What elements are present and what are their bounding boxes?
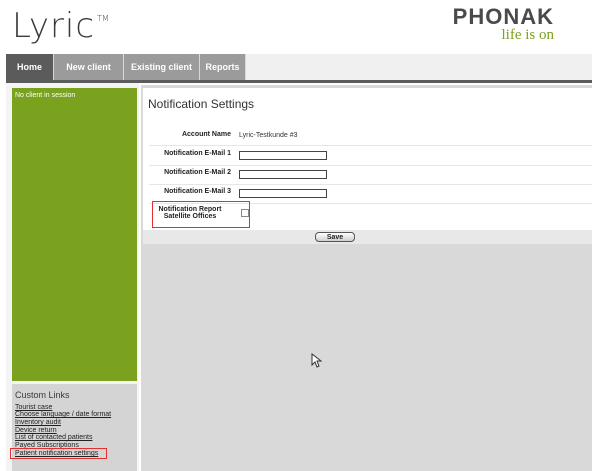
highlight-box (10, 448, 107, 459)
main-nav: Home New client Existing client Reports (6, 54, 592, 83)
account-name-label: Account Name (181, 131, 231, 138)
link-inventory-audit[interactable]: Inventory audit (15, 419, 61, 427)
custom-links-title: Custom Links (15, 390, 70, 400)
link-contacted-patients[interactable]: List of contacted patients (15, 434, 92, 442)
app-window: Lyric TM PHONAK life is on Home New clien… (0, 0, 592, 471)
header: Lyric TM PHONAK life is on (0, 0, 592, 54)
custom-links-panel: Custom Links Tourist case Choose languag… (10, 384, 137, 471)
phonak-brand: PHONAK (452, 4, 554, 29)
trademark-mark: TM (97, 13, 109, 23)
account-name-value: Lyric-Testkunde #3 (239, 132, 298, 139)
save-bar: Save (143, 230, 592, 244)
highlight-box (152, 201, 250, 228)
mouse-pointer-icon (311, 353, 322, 368)
row-account-name: Account Name Lyric-Testkunde #3 (149, 127, 592, 146)
session-status: No client in session (15, 92, 76, 99)
email-1-label: Notification E-Mail 1 (164, 150, 231, 157)
row-email-2: Notification E-Mail 2 (149, 166, 592, 185)
save-button[interactable]: Save (315, 232, 355, 242)
email-1-field[interactable] (239, 151, 327, 160)
tab-reports[interactable]: Reports (200, 54, 246, 80)
lyric-logo-text: Lyric (12, 6, 96, 46)
row-notification-report: Notification Report Satellite Offices (149, 201, 592, 228)
tab-home[interactable]: Home (6, 54, 54, 80)
phonak-logo: PHONAK life is on (452, 4, 555, 44)
link-choose-language[interactable]: Choose language / date format (15, 411, 111, 419)
session-panel: No client in session (12, 88, 137, 381)
row-email-1: Notification E-Mail 1 (149, 146, 592, 166)
notification-settings-panel: Notification Settings Account Name Lyric… (143, 88, 592, 242)
email-3-label: Notification E-Mail 3 (164, 188, 231, 195)
email-2-label: Notification E-Mail 2 (164, 169, 231, 176)
email-3-field[interactable] (239, 189, 327, 198)
page-title: Notification Settings (148, 97, 255, 111)
email-2-field[interactable] (239, 170, 327, 179)
lyric-logo: Lyric TM (12, 6, 109, 46)
tab-new-client[interactable]: New client (54, 54, 124, 80)
phonak-tagline: life is on (501, 27, 555, 43)
tab-existing-client[interactable]: Existing client (124, 54, 200, 80)
